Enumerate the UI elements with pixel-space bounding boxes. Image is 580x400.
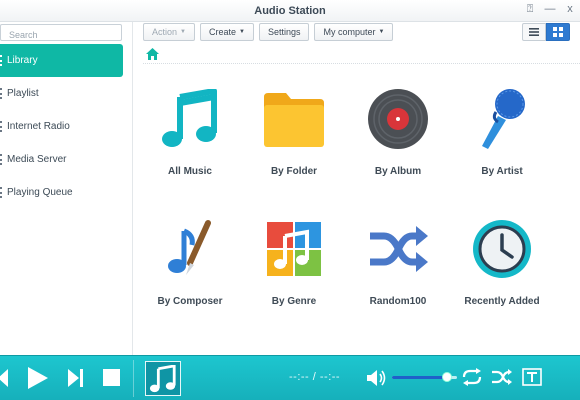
grid-view-button[interactable] xyxy=(546,23,570,41)
player-divider xyxy=(133,360,134,397)
sidebar-item-media-server[interactable]: Media Server xyxy=(0,143,123,176)
lyrics-icon[interactable] xyxy=(522,368,542,386)
toolbar: Action ▼ Create ▼ Settings My computer ▼ xyxy=(143,23,394,41)
sidebar: Library Playlist Internet Radio Media Se… xyxy=(0,22,133,355)
folder-icon xyxy=(264,88,324,150)
minimize-icon[interactable]: — xyxy=(542,3,558,15)
tile-label: By Artist xyxy=(481,166,523,177)
sidebar-item-label: Playing Queue xyxy=(7,187,73,198)
tree-line-icon xyxy=(0,121,2,132)
tile-random100[interactable]: Random100 xyxy=(338,218,458,338)
action-button-label: Action xyxy=(152,27,178,37)
microphone-icon xyxy=(472,88,532,150)
genre-blocks-icon xyxy=(264,218,324,280)
time-display: --:-- / --:-- xyxy=(289,371,341,383)
stop-icon[interactable] xyxy=(103,369,121,387)
sidebar-item-label: Internet Radio xyxy=(7,121,70,132)
previous-icon[interactable] xyxy=(0,367,8,389)
list-view-button[interactable] xyxy=(522,23,546,41)
tile-label: All Music xyxy=(168,166,212,177)
close-icon[interactable]: x xyxy=(562,3,578,15)
search-input[interactable] xyxy=(1,27,111,43)
play-icon[interactable] xyxy=(26,366,50,390)
source-dropdown[interactable]: My computer ▼ xyxy=(314,23,394,41)
music-note-icon xyxy=(149,364,176,392)
title-bar: Audio Station ⍰ — x xyxy=(0,0,580,22)
tile-by-genre[interactable]: By Genre xyxy=(234,218,354,338)
settings-button-label: Settings xyxy=(267,27,301,37)
album-art-thumbnail xyxy=(145,361,181,396)
music-note-icon xyxy=(160,88,220,150)
search-box xyxy=(0,24,122,43)
sidebar-item-label: Media Server xyxy=(7,154,67,165)
tile-all-music[interactable]: All Music xyxy=(130,88,250,208)
pin-icon[interactable]: ⍰ xyxy=(522,3,538,16)
sidebar-item-label: Playlist xyxy=(7,88,39,99)
tile-by-composer[interactable]: By Composer xyxy=(130,218,250,338)
create-button-label: Create xyxy=(208,27,236,37)
volume-fill xyxy=(392,376,448,379)
grid-view-icon xyxy=(553,27,563,37)
source-dropdown-label: My computer xyxy=(323,27,376,37)
action-button[interactable]: Action ▼ xyxy=(143,23,195,41)
tile-recently-added[interactable]: Recently Added xyxy=(442,218,562,338)
tile-label: By Folder xyxy=(270,166,318,177)
sidebar-item-playlist[interactable]: Playlist xyxy=(0,77,123,110)
caret-down-icon: ▼ xyxy=(180,29,186,35)
tile-label: By Album xyxy=(374,166,422,177)
vinyl-record-icon xyxy=(368,88,428,150)
note-brush-icon xyxy=(160,218,220,280)
tile-by-album[interactable]: By Album xyxy=(338,88,458,208)
breadcrumb xyxy=(143,46,580,64)
volume-icon[interactable] xyxy=(366,368,386,388)
next-icon[interactable] xyxy=(68,369,84,387)
sidebar-item-label: Library xyxy=(7,55,38,66)
caret-down-icon: ▼ xyxy=(378,29,385,35)
shuffle-icon xyxy=(368,218,428,280)
tile-label: Random100 xyxy=(369,296,427,307)
create-button[interactable]: Create ▼ xyxy=(199,23,254,41)
tree-line-icon xyxy=(0,55,2,66)
home-icon[interactable] xyxy=(146,48,159,60)
tile-label: Recently Added xyxy=(464,296,540,307)
sidebar-item-library[interactable]: Library xyxy=(0,44,123,77)
caret-down-icon: ▼ xyxy=(238,29,245,35)
player-bar: --:-- / --:-- xyxy=(0,355,580,400)
tile-by-artist[interactable]: By Artist xyxy=(442,88,562,208)
tile-label: By Composer xyxy=(157,296,223,307)
list-view-icon xyxy=(529,28,539,36)
tree-line-icon xyxy=(0,88,2,99)
volume-knob[interactable] xyxy=(442,372,453,382)
sidebar-nav: Library Playlist Internet Radio Media Se… xyxy=(0,44,123,209)
view-toggle xyxy=(522,23,570,41)
window-title: Audio Station xyxy=(254,5,326,17)
sidebar-item-internet-radio[interactable]: Internet Radio xyxy=(0,110,123,143)
settings-button[interactable]: Settings xyxy=(258,23,310,41)
volume-slider[interactable] xyxy=(392,372,457,382)
tree-line-icon xyxy=(0,154,2,165)
clock-icon xyxy=(472,218,532,280)
sidebar-item-playing-queue[interactable]: Playing Queue xyxy=(0,176,123,209)
repeat-icon[interactable] xyxy=(461,367,483,387)
tile-by-folder[interactable]: By Folder xyxy=(234,88,354,208)
shuffle-icon[interactable] xyxy=(491,368,513,386)
tile-label: By Genre xyxy=(271,296,317,307)
tree-line-icon xyxy=(0,187,2,198)
